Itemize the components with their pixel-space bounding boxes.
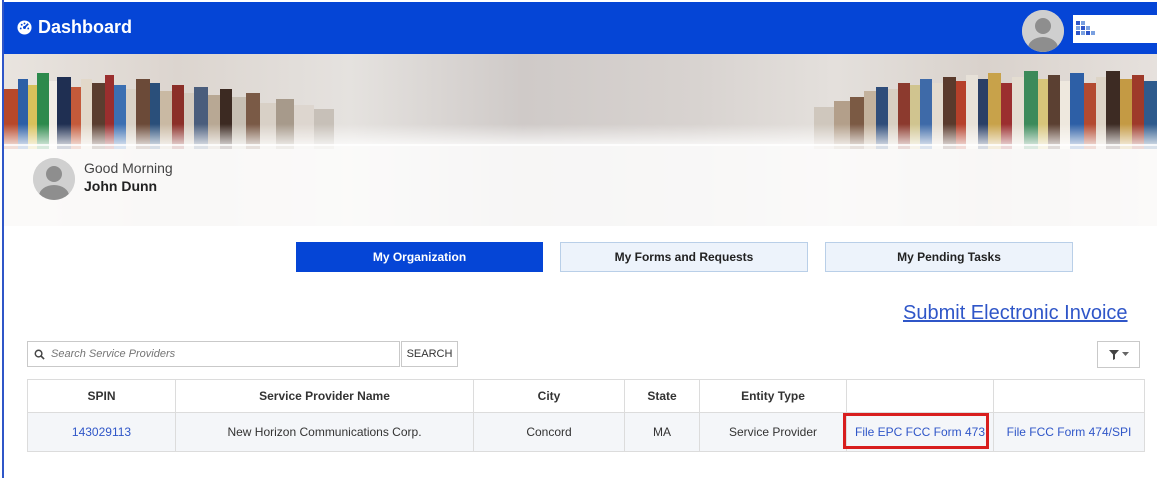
- top-bar: Dashboard: [4, 2, 1157, 54]
- spin-link[interactable]: 143029113: [27, 412, 176, 452]
- table-header-row: SPIN Service Provider Name City State En…: [27, 379, 1145, 413]
- service-provider-name-cell: New Horizon Communications Corp.: [175, 412, 474, 452]
- banner-overlay: [4, 144, 1157, 226]
- greeting-avatar: [33, 158, 75, 200]
- filter-button[interactable]: [1097, 341, 1140, 368]
- highlight-annotation: [843, 413, 989, 449]
- search-icon: [34, 349, 45, 360]
- state-cell: MA: [624, 412, 700, 452]
- greeting-salutation: Good Morning: [84, 160, 173, 176]
- column-header-entity-type[interactable]: Entity Type: [699, 379, 847, 413]
- usac-logo-mark-icon: [1076, 21, 1095, 35]
- file-fcc-form-474-spi-link[interactable]: File FCC Form 474/SPI: [993, 412, 1145, 452]
- user-silhouette-icon: [33, 158, 75, 200]
- column-header-state[interactable]: State: [624, 379, 700, 413]
- user-silhouette-icon: [1022, 10, 1064, 52]
- column-header-service-provider-name[interactable]: Service Provider Name: [175, 379, 474, 413]
- dashboard-gauge-icon: [17, 20, 32, 35]
- column-header-city[interactable]: City: [473, 379, 625, 413]
- tab-my-pending-tasks[interactable]: My Pending Tasks: [825, 242, 1073, 272]
- search-input[interactable]: [49, 347, 393, 361]
- column-header-spin[interactable]: SPIN: [27, 379, 176, 413]
- usac-logo: [1073, 15, 1157, 43]
- filter-icon: [1108, 349, 1119, 360]
- chevron-down-icon: [1121, 352, 1129, 356]
- banner: [4, 54, 1157, 226]
- submit-electronic-invoice-link[interactable]: Submit Electronic Invoice: [903, 302, 1128, 325]
- tab-my-organization[interactable]: My Organization: [296, 242, 543, 272]
- header-title-text: Dashboard: [38, 17, 133, 37]
- entity-type-cell: Service Provider: [699, 412, 847, 452]
- search-button[interactable]: SEARCH: [401, 341, 458, 367]
- greeting: Good Morning John Dunn: [84, 160, 173, 194]
- greeting-user-name: John Dunn: [84, 178, 158, 194]
- banner-gradient: [4, 124, 1157, 146]
- search-field[interactable]: [27, 341, 400, 367]
- city-cell: Concord: [473, 412, 625, 452]
- user-avatar[interactable]: [1022, 10, 1064, 52]
- tab-my-forms-and-requests[interactable]: My Forms and Requests: [560, 242, 808, 272]
- column-header-action-2: [993, 379, 1145, 413]
- column-header-action-1: [846, 379, 994, 413]
- dashboard-title[interactable]: Dashboard: [17, 17, 132, 38]
